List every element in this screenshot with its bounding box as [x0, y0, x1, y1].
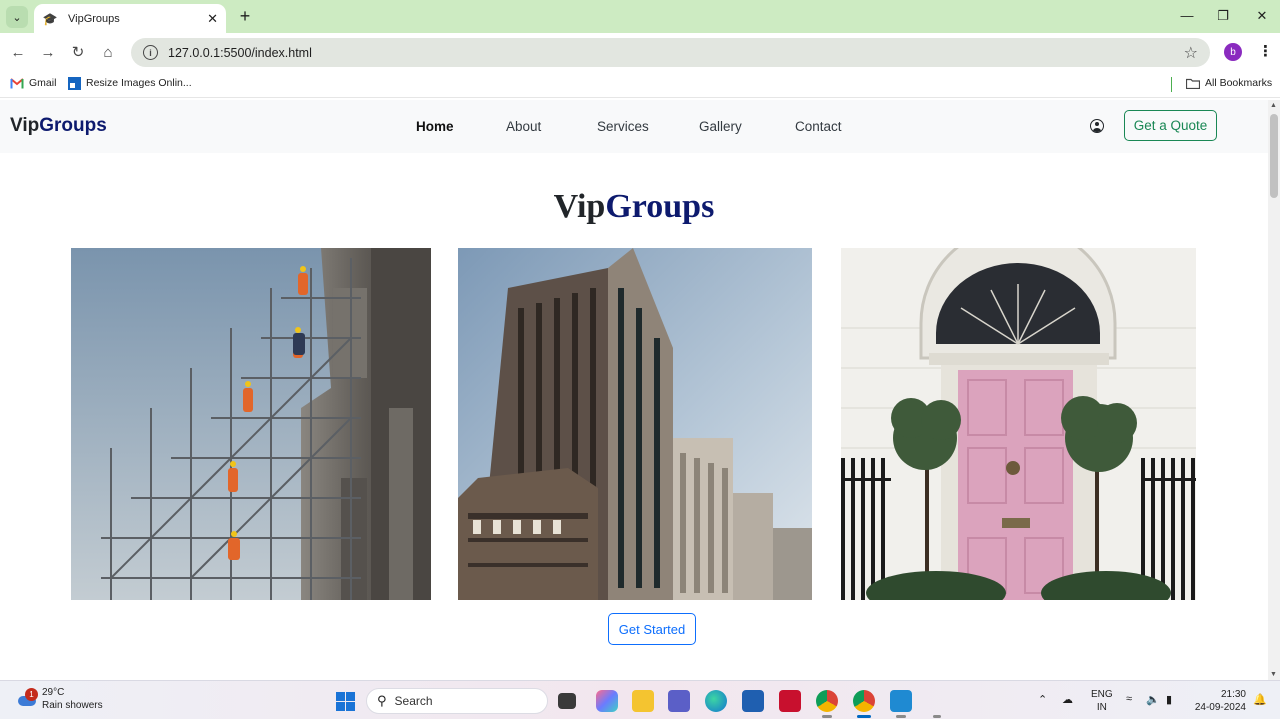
browser-toolbar: ← → ↻ ⌂ i 127.0.0.1:5500/index.html ☆ b … — [0, 33, 1280, 71]
file-explorer-icon[interactable] — [632, 690, 654, 712]
weather-widget[interactable]: 1 29°C Rain showers — [16, 686, 103, 712]
chrome-profile-icon[interactable] — [853, 690, 875, 712]
user-account-icon[interactable] — [1090, 119, 1104, 133]
active-app-indicator — [857, 715, 871, 718]
address-bar[interactable]: i 127.0.0.1:5500/index.html ☆ — [131, 38, 1210, 67]
onedrive-icon[interactable]: ☁ — [1062, 693, 1073, 706]
weather-badge: 1 — [25, 688, 38, 701]
scaffolding-workers-image — [71, 248, 431, 600]
close-window-icon[interactable]: ✕ — [1255, 8, 1269, 24]
scroll-down-icon[interactable]: ▼ — [1270, 671, 1277, 678]
running-indicator — [933, 715, 941, 718]
tab-strip: ⌄ 🎓 VipGroups ✕ + — ❐ ✕ — [0, 0, 1280, 33]
battery-icon[interactable]: ▮ — [1166, 693, 1172, 706]
system-clock[interactable]: 21:30 24-09-2024 — [1190, 688, 1246, 714]
running-indicator — [822, 715, 832, 718]
profile-avatar[interactable]: b — [1224, 43, 1242, 61]
hero-title-accent: Groups — [605, 188, 715, 225]
clock-date: 24-09-2024 — [1194, 702, 1246, 713]
volume-icon[interactable]: 🔈 — [1146, 693, 1160, 706]
windows-start-icon[interactable] — [336, 692, 355, 711]
tab-search-button[interactable]: ⌄ — [6, 6, 28, 28]
url-text[interactable]: 127.0.0.1:5500/index.html — [168, 46, 312, 60]
bookmarks-bar: Gmail Resize Images Onlin... All Bookmar… — [0, 71, 1280, 98]
minimize-icon[interactable]: — — [1180, 8, 1194, 23]
back-arrow-icon[interactable]: ← — [8, 42, 28, 62]
chrome-icon[interactable] — [816, 690, 838, 712]
wifi-icon[interactable]: ≈ — [1126, 693, 1132, 705]
task-view-icon[interactable] — [558, 693, 576, 709]
all-bookmarks-label: All Bookmarks — [1205, 77, 1273, 89]
graduation-cap-icon: 🎓 — [42, 11, 58, 26]
nav-home[interactable]: Home — [416, 119, 454, 134]
nav-contact[interactable]: Contact — [795, 119, 842, 134]
microsoft-store-icon[interactable] — [742, 690, 764, 712]
weather-desc: Rain showers — [42, 700, 103, 711]
tray-overflow-icon[interactable]: ⌃ — [1038, 693, 1047, 706]
mcafee-icon[interactable] — [779, 690, 801, 712]
tab-title: VipGroups — [68, 12, 120, 25]
new-tab-button[interactable]: + — [236, 7, 254, 25]
page-viewport: VipGroups Home About Services Gallery Co… — [0, 100, 1268, 680]
nav-services[interactable]: Services — [597, 119, 649, 134]
bookmark-resize-images[interactable]: Resize Images Onlin... — [67, 76, 192, 90]
language-indicator[interactable]: ENG IN — [1091, 688, 1113, 714]
gmail-icon — [10, 77, 24, 89]
region-code: IN — [1096, 702, 1107, 713]
bookmark-gmail[interactable]: Gmail — [10, 77, 56, 89]
edge-icon[interactable] — [705, 690, 727, 712]
pink-door-image — [841, 248, 1196, 600]
get-started-button[interactable]: Get Started — [608, 613, 696, 645]
page-scrollbar[interactable]: ▲ ▼ — [1268, 100, 1280, 680]
nav-gallery[interactable]: Gallery — [699, 119, 742, 134]
search-icon: ⚲ — [377, 693, 387, 708]
clock-time: 21:30 — [1220, 689, 1246, 700]
teams-icon[interactable] — [668, 690, 690, 712]
home-icon[interactable]: ⌂ — [98, 42, 118, 62]
notification-bell-icon[interactable]: 🔔 — [1253, 693, 1267, 706]
resize-images-icon — [67, 76, 81, 90]
forward-arrow-icon[interactable]: → — [38, 42, 58, 62]
language-code: ENG — [1091, 689, 1113, 700]
bookmark-star-icon[interactable]: ☆ — [1184, 43, 1198, 63]
nav-about[interactable]: About — [506, 119, 541, 134]
running-indicator — [896, 715, 906, 718]
site-navbar: VipGroups Home About Services Gallery Co… — [0, 100, 1268, 153]
bookmarks-divider — [1171, 77, 1172, 92]
rain-cloud-icon: 1 — [16, 688, 38, 708]
brand-prefix: Vip — [10, 115, 40, 136]
chevron-down-icon: ⌄ — [12, 11, 22, 24]
scroll-up-icon[interactable]: ▲ — [1270, 102, 1277, 109]
bookmark-label: Resize Images Onlin... — [86, 77, 192, 89]
weather-temp: 29°C — [42, 687, 65, 698]
browser-tab[interactable]: 🎓 VipGroups ✕ — [34, 4, 226, 33]
site-brand[interactable]: VipGroups — [10, 115, 107, 137]
maximize-icon[interactable]: ❐ — [1216, 8, 1230, 24]
site-info-icon[interactable]: i — [143, 45, 158, 60]
hero-title-prefix: Vip — [553, 188, 606, 225]
windows-taskbar: 1 29°C Rain showers ⚲ Search ⌃ ☁ ENG IN … — [0, 680, 1280, 719]
taskbar-search-placeholder: Search — [394, 694, 433, 708]
scrollbar-thumb[interactable] — [1270, 114, 1278, 198]
taskbar-search[interactable]: ⚲ Search — [366, 688, 548, 714]
all-bookmarks-button[interactable]: All Bookmarks — [1186, 77, 1272, 89]
bookmark-label: Gmail — [29, 77, 57, 89]
copilot-icon[interactable] — [596, 690, 618, 712]
tab-close-icon[interactable]: ✕ — [207, 11, 218, 27]
hero-title: VipGroups — [0, 188, 1268, 226]
folder-icon — [1186, 77, 1200, 89]
tall-building-image — [458, 248, 812, 600]
reload-icon[interactable]: ↻ — [68, 42, 88, 62]
vscode-icon[interactable] — [890, 690, 912, 712]
menu-kebab-icon[interactable]: ⋮ — [1258, 42, 1273, 60]
brand-accent: Groups — [39, 115, 107, 136]
get-a-quote-button[interactable]: Get a Quote — [1124, 110, 1217, 141]
